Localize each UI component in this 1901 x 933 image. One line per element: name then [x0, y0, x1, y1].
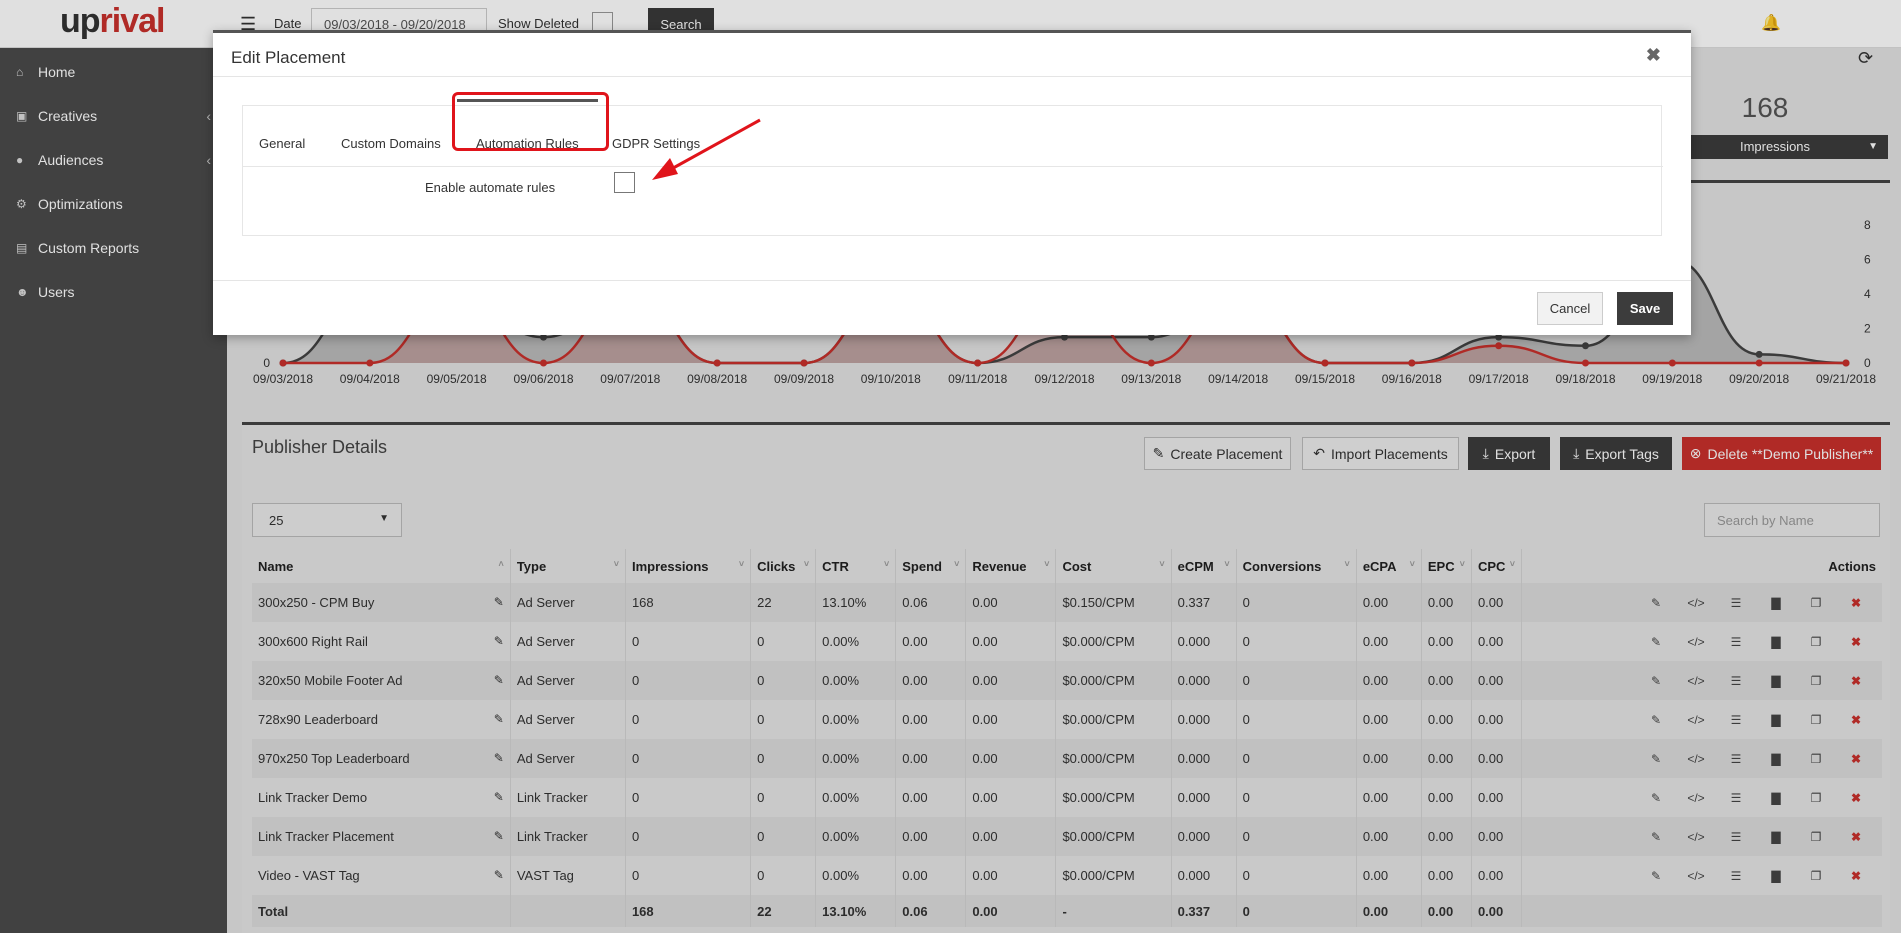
arrow-shaft	[665, 118, 761, 174]
arrow-head	[652, 158, 678, 180]
divider	[213, 280, 1691, 281]
tab-general[interactable]: General	[259, 136, 305, 151]
cancel-button[interactable]: Cancel	[1537, 292, 1603, 325]
divider	[243, 166, 1663, 167]
highlight-annotation	[452, 92, 609, 151]
edit-placement-modal: Edit Placement ✖ General Custom Domains …	[213, 30, 1691, 335]
divider	[213, 76, 1691, 77]
tab-custom-domains[interactable]: Custom Domains	[341, 136, 441, 151]
enable-automate-rules-checkbox[interactable]	[614, 172, 635, 193]
modal-title: Edit Placement	[231, 48, 346, 67]
save-button[interactable]: Save	[1617, 292, 1673, 325]
enable-automate-rules-label: Enable automate rules	[425, 180, 556, 195]
arrow-annotation	[652, 118, 761, 180]
close-icon[interactable]: ✖	[1646, 45, 1661, 66]
